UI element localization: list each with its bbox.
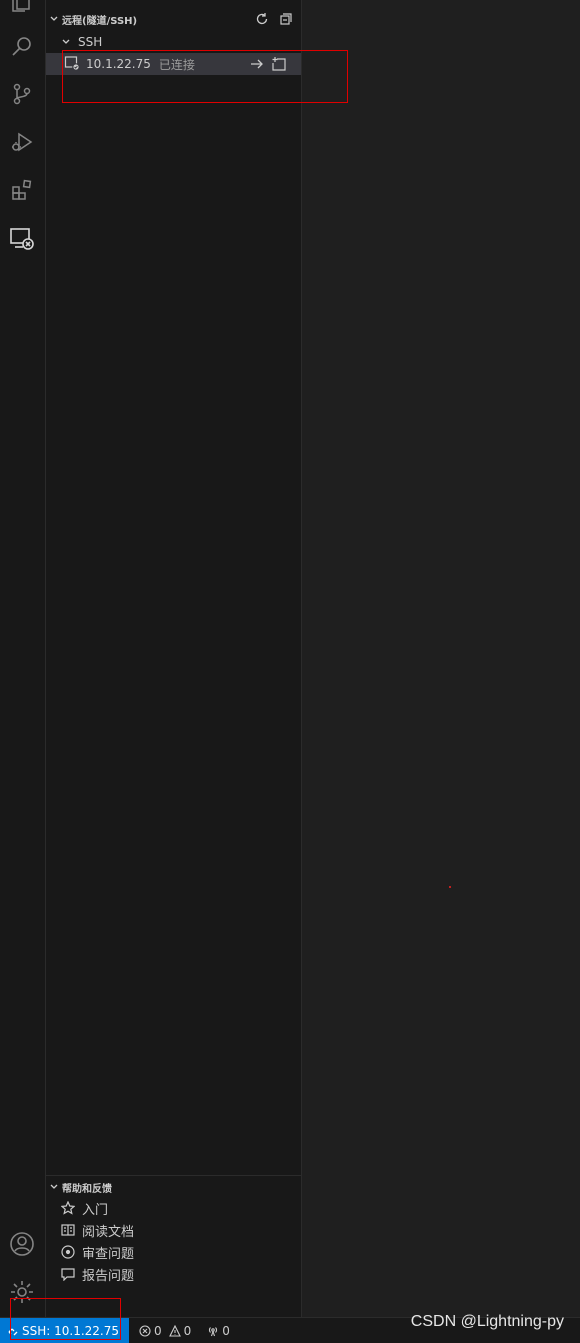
chevron-down-icon bbox=[46, 1182, 62, 1192]
remote-explorer-icon[interactable] bbox=[8, 224, 36, 252]
run-debug-icon[interactable] bbox=[8, 128, 36, 156]
chevron-down-icon bbox=[46, 14, 62, 24]
account-icon[interactable] bbox=[8, 1230, 36, 1258]
explorer-icon[interactable] bbox=[8, 0, 36, 16]
refresh-icon[interactable] bbox=[255, 12, 269, 29]
issues-icon bbox=[60, 1245, 76, 1259]
help-item-label: 入门 bbox=[82, 1202, 109, 1218]
watermark: CSDN @Lightning-py bbox=[410, 1313, 564, 1330]
book-icon bbox=[60, 1223, 76, 1237]
help-item-label: 报告问题 bbox=[82, 1268, 135, 1284]
warning-icon bbox=[168, 1324, 181, 1337]
star-icon bbox=[60, 1201, 76, 1215]
error-icon bbox=[139, 1324, 151, 1337]
help-item-label: 审查问题 bbox=[82, 1246, 135, 1262]
remote-section-title: 远程(隧道/SSH) bbox=[62, 15, 138, 27]
collapse-all-icon[interactable] bbox=[279, 12, 293, 29]
comment-icon bbox=[60, 1267, 76, 1281]
help-item-review-issues[interactable]: 审查问题 bbox=[60, 1241, 134, 1263]
help-section-header[interactable]: 帮助和反馈 bbox=[46, 1176, 301, 1198]
ports-indicator[interactable]: 0 bbox=[207, 1324, 230, 1338]
highlight-box-remote-indicator bbox=[10, 1298, 121, 1340]
chevron-down-icon bbox=[58, 37, 74, 47]
extensions-icon[interactable] bbox=[8, 176, 36, 204]
search-icon[interactable] bbox=[8, 32, 36, 60]
ssh-group-label: SSH bbox=[78, 35, 103, 49]
error-count: 0 bbox=[154, 1323, 162, 1338]
editor-area bbox=[302, 0, 580, 1318]
help-item-report-issue[interactable]: 报告问题 bbox=[60, 1263, 134, 1285]
source-control-icon[interactable] bbox=[8, 80, 36, 108]
broadcast-icon bbox=[207, 1325, 219, 1337]
activity-bar bbox=[0, 0, 46, 1318]
warning-count: 0 bbox=[183, 1323, 192, 1338]
remote-section-header[interactable]: 远程(隧道/SSH) bbox=[46, 8, 301, 30]
ports-count: 0 bbox=[222, 1323, 230, 1338]
remote-explorer-sidebar: 远程(隧道/SSH) SSH 10.1.22.75 已连接 帮助和反馈 入门 阅… bbox=[46, 0, 302, 1318]
highlight-box-host bbox=[62, 50, 348, 103]
help-item-get-started[interactable]: 入门 bbox=[60, 1197, 108, 1219]
help-item-read-docs[interactable]: 阅读文档 bbox=[60, 1219, 134, 1241]
help-section-title: 帮助和反馈 bbox=[62, 1183, 112, 1195]
red-dot-mark bbox=[449, 886, 451, 888]
help-item-label: 阅读文档 bbox=[82, 1224, 135, 1240]
problems-indicator[interactable]: 0 0 bbox=[139, 1324, 191, 1338]
